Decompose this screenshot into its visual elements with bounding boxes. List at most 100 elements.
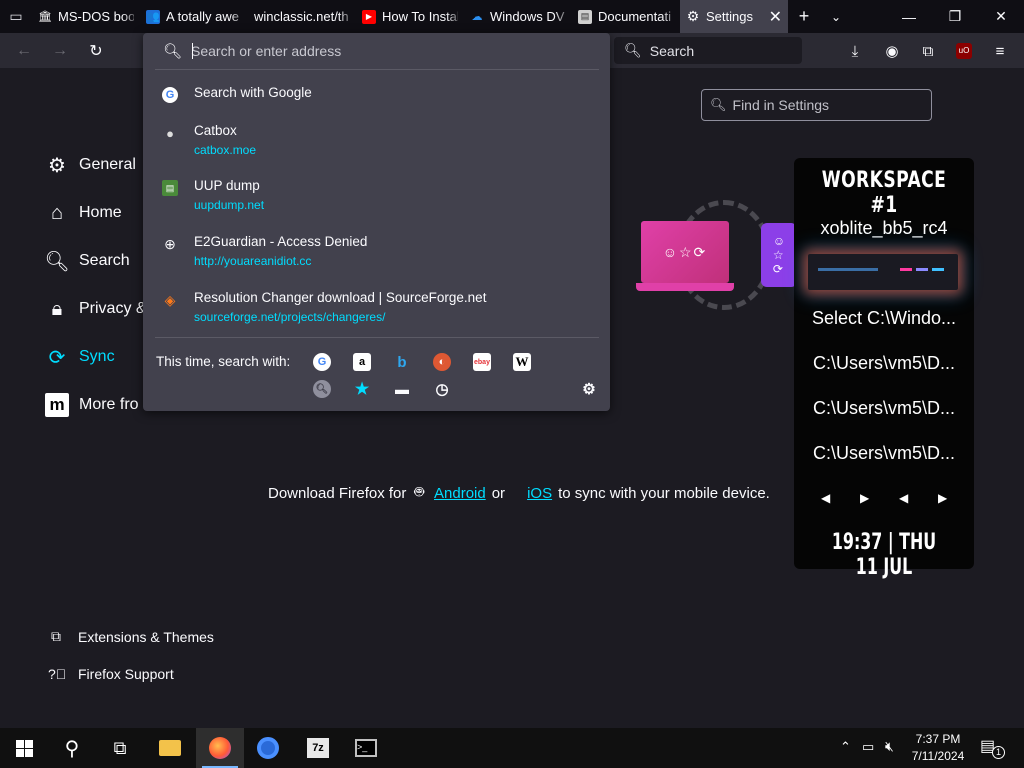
forward-button[interactable]: → [48, 39, 72, 63]
tab-3[interactable]: winclassic.net/th [248, 0, 356, 33]
tabs-icon[interactable]: ▬ [393, 380, 411, 398]
firefox-icon [209, 737, 231, 759]
firefox-taskbar-button[interactable] [196, 728, 244, 768]
ebay-icon[interactable]: ebay [473, 353, 491, 371]
gear-icon[interactable]: ⚙ [580, 380, 598, 398]
search-history-icon[interactable]: 🔍︎ [313, 380, 331, 398]
category-label: More fro [79, 396, 139, 413]
clock-date: 7/11/2024 [911, 749, 965, 763]
extensions-button[interactable]: ⧉ [916, 39, 940, 63]
reload-icon: ↻ [89, 43, 103, 60]
tab-settings[interactable]: ⚙ Settings ✕ [680, 0, 788, 33]
terminal-icon: >_ [355, 739, 377, 757]
workspace-window-item[interactable]: C:\Users\vm5\D... [802, 398, 966, 419]
people-icon: 👥 [146, 9, 160, 24]
new-tab-button[interactable]: + [788, 0, 820, 33]
duckduckgo-icon[interactable]: ◐ [433, 353, 451, 371]
workspace-window-item[interactable]: C:\Users\vm5\D... [802, 443, 966, 464]
volume-muted-icon[interactable]: 🔇︎ [885, 738, 894, 755]
bookmarks-icon[interactable]: ★ [353, 380, 371, 398]
tab-1[interactable]: 🏛 MS-DOS boot [32, 0, 140, 33]
category-label: Search [79, 252, 130, 269]
suggestion-title: Catbox [194, 123, 237, 138]
android-link[interactable]: Android [434, 485, 486, 502]
oneoff-search-label: This time, search with: [156, 354, 291, 369]
address-input[interactable] [191, 40, 591, 62]
mobile-download-line: Download Firefox for 🤖︎ Android or iOS t… [268, 482, 770, 504]
download-icon: ⤓ [851, 42, 859, 60]
tab-6[interactable]: ▤ Documentati [572, 0, 680, 33]
youtube-icon: ▶ [362, 9, 376, 24]
history-icon[interactable]: ◷ [433, 380, 451, 398]
ios-link[interactable]: iOS [527, 485, 552, 502]
restore-button[interactable]: ❐ [932, 0, 978, 33]
close-window-button[interactable]: ✕ [978, 0, 1024, 33]
category-more-from-mozilla[interactable]: m More fro [45, 390, 139, 420]
chevron-up-icon[interactable]: ⌃ [840, 739, 851, 755]
category-general[interactable]: ⚙ General [45, 150, 136, 180]
wikipedia-icon[interactable]: W [513, 353, 531, 371]
firefox-support-link[interactable]: ?⃝ Firefox Support [48, 666, 174, 682]
workspace-name: xoblite_bb5_rc4 [820, 218, 948, 238]
start-button[interactable] [0, 728, 48, 768]
category-search[interactable]: 🔍︎ Search [44, 246, 130, 276]
suggestion-title: UUP dump [194, 178, 260, 193]
category-sync[interactable]: ⟳ Sync [45, 342, 115, 372]
search-bar[interactable]: 🔍︎ Search [614, 37, 802, 64]
list-all-tabs-button[interactable]: ⌄ [820, 0, 852, 33]
account-button[interactable]: ◉ [880, 39, 904, 63]
workspace-thumbnail[interactable] [808, 254, 958, 290]
sync-items-icon: ☺☆⟳ [662, 243, 708, 260]
arrow-left-icon[interactable]: ◀ [821, 491, 830, 505]
google-icon[interactable]: G [313, 353, 331, 371]
tab-5[interactable]: ☁ Windows DV [464, 0, 572, 33]
workspace-window-item[interactable]: Select C:\Windo... [802, 308, 966, 329]
tab-title: Settings [706, 9, 753, 24]
mobile-prefix: Download Firefox for [268, 484, 407, 502]
arrow-right-icon[interactable]: ▶ [938, 491, 947, 505]
suggestion-url: uupdump.net [194, 198, 265, 212]
menu-button[interactable]: ≡ [988, 39, 1012, 63]
category-label: Sync [79, 348, 115, 365]
minimize-icon: — [902, 8, 916, 25]
back-button[interactable]: ← [12, 39, 36, 63]
suggestion-title: Search with Google [194, 85, 312, 100]
network-icon[interactable]: ▭ [862, 739, 874, 755]
task-view-button[interactable]: ⧉ [96, 728, 144, 768]
arrow-left-icon: ← [16, 42, 32, 59]
taskbar-search-button[interactable]: ⚲ [48, 728, 96, 768]
system-clock[interactable]: 7:37 PM 7/11/2024 [904, 731, 972, 765]
workspace-window-item[interactable]: C:\Users\vm5\D... [802, 353, 966, 374]
extensions-themes-link[interactable]: ⧉ Extensions & Themes [48, 628, 214, 645]
reload-button[interactable]: ↻ [84, 39, 108, 63]
tab-4[interactable]: ▶ How To Instal [356, 0, 464, 33]
tab-2[interactable]: 👥 A totally awe [140, 0, 248, 33]
amazon-icon[interactable]: a [353, 353, 371, 371]
terminal-taskbar-button[interactable]: >_ [342, 728, 390, 768]
phone-illustration: ☺ ☆ ⟳ [761, 223, 797, 287]
arrow-left-icon[interactable]: ◀ [899, 491, 908, 505]
museum-icon: 🏛 [38, 11, 52, 23]
action-center-button[interactable]: ▤ 1 [980, 736, 1005, 760]
suggestion-url: catbox.moe [194, 143, 257, 157]
arrow-right-icon[interactable]: ▶ [860, 491, 869, 505]
find-in-settings-input[interactable]: 🔍︎ Find in Settings [701, 89, 932, 121]
downloads-button[interactable]: ⤓ [843, 39, 867, 63]
divider [155, 69, 599, 70]
firefox-view-icon: ▭ [9, 8, 23, 24]
file-explorer-button[interactable] [146, 728, 194, 768]
bing-icon[interactable]: b [393, 353, 411, 371]
close-icon[interactable]: ✕ [769, 7, 782, 27]
footer-link-label: Extensions & Themes [78, 628, 214, 645]
suggestion-url: http://youareanidiot.cc [194, 254, 312, 268]
suggestion-title: Resolution Changer download | SourceForg… [194, 290, 487, 305]
firefox-view-button[interactable]: ▭ [0, 0, 32, 33]
close-icon: ✕ [995, 8, 1007, 24]
category-home[interactable]: ⌂ Home [45, 198, 122, 228]
ublock-button[interactable]: uO [952, 39, 976, 63]
tab-title: How To Instal [382, 9, 458, 24]
7zip-taskbar-button[interactable]: 7z [294, 728, 342, 768]
category-privacy[interactable]: 🔒︎ Privacy & [45, 294, 147, 324]
minimize-button[interactable]: — [886, 0, 932, 33]
chrome-taskbar-button[interactable] [244, 728, 292, 768]
